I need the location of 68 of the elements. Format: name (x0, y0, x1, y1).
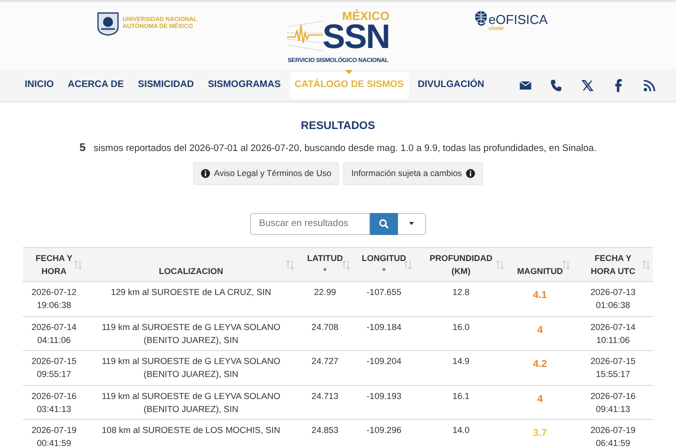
table-cell: 2026-07-19 00:41:59 (32, 424, 76, 447)
nav-link[interactable]: SISMICIDAD (132, 72, 199, 99)
results-summary: sismos reportados del 2026-07-01 al 2026-07-20, buscando desde mag. 1.0 a 9.9, todas las profundidades, en Sinaloa. (94, 142, 596, 156)
x-logo-icon[interactable] (581, 79, 594, 92)
nav-link[interactable]: DIVULGACIÓN (412, 72, 490, 99)
table-cell: 14.9 (452, 355, 470, 368)
sort-icon[interactable] (404, 260, 412, 270)
table-cell-text: 119 km al SUROESTE de G LEYVA SOLANO (BENITO JUAREZ), SIN (100, 320, 282, 346)
table-cell: 14.0 (452, 424, 470, 437)
phone-icon[interactable] (550, 79, 564, 92)
table-cell: 16.1 (452, 390, 470, 402)
crest-icon (96, 12, 119, 36)
table-cell: 2026-07-16 03:41:13 (32, 390, 76, 416)
sort-icon[interactable] (286, 260, 294, 270)
sort-icon[interactable] (642, 260, 650, 270)
table-cell: 24.708 (312, 320, 338, 334)
info-icon (201, 168, 210, 178)
magnitude-value: 4 (537, 324, 543, 338)
table-cell: 24.713 (312, 390, 338, 402)
magnitude-value: 3.7 (533, 427, 547, 442)
notice-button[interactable]: Aviso Legal y Términos de Uso (193, 162, 340, 185)
result-count: 5 (80, 140, 86, 156)
table-cell: 2026-07-14 04:11:06 (32, 320, 76, 346)
search-field[interactable]: Buscar en resultados (250, 212, 370, 235)
table-cell: 16.0 (452, 320, 470, 334)
logo-country: MÉXICO (342, 10, 390, 22)
table-cell: -109.204 (366, 355, 402, 368)
table-cell: 108 km al SUROESTE de LOS MOCHIS, SIN (102, 424, 280, 437)
logo-name: eOFISICA (488, 13, 548, 26)
table-cell: -107.655 (366, 286, 402, 299)
nav-link[interactable]: ACERCA DE (62, 72, 129, 99)
search-button[interactable] (370, 212, 398, 235)
table-cell: -109.193 (366, 390, 402, 402)
mail-icon[interactable] (519, 79, 532, 92)
table-cell: 2026-07-19 06:41:59 (590, 424, 636, 447)
nav-link[interactable]: SISMOGRAMAS (202, 72, 286, 99)
globe-icon (474, 10, 488, 26)
table-cell: -109.184 (366, 320, 402, 334)
nav-link[interactable]: INICIO (20, 72, 59, 99)
magnitude-value: 4.1 (533, 289, 547, 304)
table-cell: 2026-07-12 19:06:38 (32, 286, 76, 312)
column-header[interactable]: LOCALIZACION (158, 264, 224, 278)
caret-icon (409, 222, 414, 226)
info-icon (466, 168, 475, 178)
table-cell-text: 119 km al SUROESTE de G LEYVA SOLANO (BENITO JUAREZ), SIN (100, 355, 282, 381)
table-cell: 2026-07-16 09:41:13 (590, 390, 636, 416)
magnitude-value: 4 (537, 392, 543, 407)
table-cell: 24.727 (312, 355, 338, 368)
table-cell: 24.853 (312, 424, 338, 437)
sort-icon[interactable] (562, 260, 570, 270)
table-cell: 2026-07-14 10:11:06 (590, 320, 636, 346)
sort-icon[interactable] (342, 260, 350, 270)
table-cell: 2026-07-15 09:55:17 (32, 355, 76, 381)
notice-button[interactable]: Información sujeta a cambios (343, 162, 483, 185)
sort-icon[interactable] (74, 260, 82, 270)
results-title: RESULTADOS (300, 119, 376, 134)
table-cell: 129 km al SUROESTE de LA CRUZ, SIN (110, 286, 272, 299)
table-cell: 12.8 (452, 286, 470, 299)
table-cell: 2026-07-15 15:55:17 (590, 355, 636, 381)
table-cell: 22.99 (314, 286, 336, 299)
magnitude-value: 4.2 (533, 358, 547, 372)
table-cell-text: 119 km al SUROESTE de G LEYVA SOLANO (BENITO JUAREZ), SIN (100, 390, 282, 416)
table-cell: -109.296 (366, 424, 402, 437)
table-cell: 2026-07-13 01:06:38 (590, 286, 636, 312)
rss-icon[interactable] (643, 79, 656, 92)
sort-icon[interactable] (496, 260, 504, 270)
logo-acronym: SSN (322, 22, 390, 53)
search-icon (379, 218, 389, 229)
